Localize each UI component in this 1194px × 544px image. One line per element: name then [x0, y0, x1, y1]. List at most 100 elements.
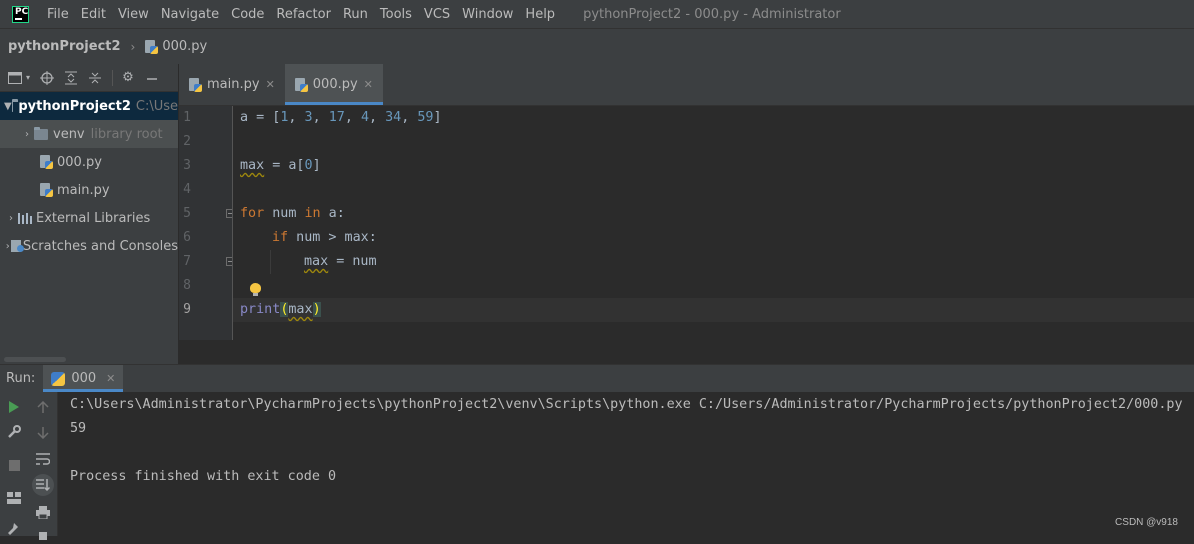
- line-number-current: 9: [183, 302, 191, 317]
- external-libraries-label: External Libraries: [36, 210, 151, 226]
- chevron-right-icon[interactable]: ›: [20, 129, 34, 140]
- line-number: 4: [183, 182, 191, 197]
- pin-icon[interactable]: [5, 520, 23, 538]
- project-toolbar: ▾ ⚙: [0, 64, 178, 92]
- locate-target-icon[interactable]: [38, 69, 56, 87]
- console-line-result: 59: [70, 421, 87, 436]
- menu-code[interactable]: Code: [225, 7, 270, 22]
- python-icon: [51, 371, 66, 386]
- line-number: 3: [183, 158, 191, 173]
- menu-help[interactable]: Help: [519, 7, 561, 22]
- run-tab-000[interactable]: 000 ✕: [43, 365, 124, 392]
- breadcrumb: pythonProject2 › 000.py: [0, 28, 1194, 64]
- project-tree: ▼ pythonProject2 C:\Use › venv library r…: [0, 92, 178, 364]
- wrench-icon[interactable]: [5, 423, 23, 441]
- chevron-down-icon[interactable]: ▼: [4, 101, 12, 112]
- menu-navigate[interactable]: Navigate: [155, 7, 225, 22]
- menu-run[interactable]: Run: [337, 7, 374, 22]
- expand-all-icon[interactable]: [62, 69, 80, 87]
- tree-item-scratches[interactable]: › Scratches and Consoles: [0, 232, 178, 260]
- scratches-label: Scratches and Consoles: [22, 238, 178, 254]
- run-label: Run:: [6, 371, 36, 386]
- horizontal-scrollbar[interactable]: [4, 357, 66, 362]
- menu-bar: PC File Edit View Navigate Code Refactor…: [0, 0, 1194, 28]
- arrow-up-icon[interactable]: [34, 398, 52, 416]
- stop-icon[interactable]: [5, 456, 23, 474]
- code-line-6: if num > max:: [272, 230, 377, 245]
- project-view-icon[interactable]: [6, 69, 24, 87]
- chevron-down-icon[interactable]: ▾: [24, 69, 32, 87]
- venv-label: venv: [53, 126, 85, 142]
- tree-item-file[interactable]: main.py: [0, 176, 178, 204]
- tree-item-project-root[interactable]: ▼ pythonProject2 C:\Use: [0, 92, 178, 120]
- pycharm-logo-icon: PC: [12, 5, 29, 23]
- scroll-to-end-icon[interactable]: [32, 474, 54, 496]
- collapse-all-icon[interactable]: [86, 69, 104, 87]
- menu-edit[interactable]: Edit: [75, 7, 112, 22]
- editor-tabs: main.py ✕ 000.py ✕: [179, 64, 1194, 106]
- window-title: pythonProject2 - 000.py - Administrator: [583, 6, 841, 22]
- line-number-gutter: 1 2 3 4 5 6 7 8 9: [179, 106, 232, 340]
- run-tab-label: 000: [71, 371, 97, 386]
- scratches-icon: [11, 239, 26, 253]
- toolbar-divider: [112, 69, 113, 86]
- tree-item-external-libraries[interactable]: › External Libraries: [0, 204, 178, 232]
- close-icon[interactable]: ✕: [364, 78, 373, 91]
- run-toolbar-primary: [0, 392, 28, 536]
- caret-row-highlight: [233, 298, 1194, 322]
- project-root-label: pythonProject2: [18, 98, 131, 114]
- run-toolbar-secondary: [28, 392, 58, 540]
- project-root-path: C:\Use: [135, 98, 178, 114]
- close-icon[interactable]: ✕: [266, 78, 275, 91]
- watermark: CSDN @v918: [1115, 517, 1178, 528]
- breadcrumb-project[interactable]: pythonProject2: [8, 39, 121, 54]
- code-line-7: max = num: [304, 254, 377, 269]
- library-icon: [18, 212, 32, 224]
- close-icon[interactable]: ✕: [106, 372, 115, 385]
- run-tool-header: Run: 000 ✕: [0, 364, 1194, 392]
- lightbulb-icon[interactable]: [250, 283, 261, 297]
- chevron-right-icon: ›: [130, 39, 136, 54]
- code-editor[interactable]: a = [1, 3, 17, 4, 34, 59] max = a[0] for…: [233, 106, 1194, 340]
- indent-guide: [270, 250, 271, 274]
- editor-empty-area[interactable]: [179, 340, 1194, 364]
- menu-tools[interactable]: Tools: [374, 7, 418, 22]
- python-file-icon: [189, 77, 202, 92]
- menu-file[interactable]: File: [41, 7, 75, 22]
- minimize-icon[interactable]: [143, 69, 161, 87]
- tree-item-file[interactable]: 000.py: [0, 148, 178, 176]
- code-line-5: for num in a:: [240, 206, 345, 221]
- python-file-icon: [40, 155, 53, 169]
- tab-label: 000.py: [312, 77, 358, 92]
- code-line-1: a = [1, 3, 17, 4, 34, 59]: [240, 110, 442, 125]
- arrow-down-icon[interactable]: [34, 424, 52, 442]
- tab-main-py[interactable]: main.py ✕: [179, 64, 285, 105]
- gear-icon[interactable]: ⚙: [119, 69, 137, 87]
- menu-window[interactable]: Window: [456, 7, 519, 22]
- console-line-exit: Process finished with exit code 0: [70, 469, 337, 484]
- soft-wrap-icon[interactable]: [34, 450, 52, 468]
- tab-000-py[interactable]: 000.py ✕: [284, 64, 384, 105]
- line-number: 6: [183, 230, 191, 245]
- menu-view[interactable]: View: [112, 7, 155, 22]
- line-number: 8: [183, 278, 191, 293]
- chevron-right-icon[interactable]: ›: [4, 213, 18, 224]
- run-console-output[interactable]: C:\Users\Administrator\PycharmProjects\p…: [58, 392, 1194, 536]
- print-icon[interactable]: [34, 503, 52, 521]
- code-line-9: print(max): [240, 302, 321, 317]
- python-file-icon: [145, 39, 159, 54]
- tree-item-venv[interactable]: › venv library root: [0, 120, 178, 148]
- trash-icon[interactable]: [34, 526, 52, 544]
- chevron-right-icon[interactable]: ›: [4, 241, 11, 252]
- code-line-3: max = a[0]: [240, 158, 321, 173]
- file-label: main.py: [57, 182, 110, 198]
- python-file-icon: [40, 183, 53, 197]
- menu-vcs[interactable]: VCS: [418, 7, 456, 22]
- rerun-play-icon[interactable]: [5, 398, 23, 416]
- breadcrumb-file[interactable]: 000.py: [162, 39, 207, 54]
- folder-icon: [11, 98, 17, 112]
- line-number: 1: [183, 110, 191, 125]
- layout-icon[interactable]: [5, 489, 23, 507]
- console-line-command: C:\Users\Administrator\PycharmProjects\p…: [70, 397, 1183, 412]
- menu-refactor[interactable]: Refactor: [270, 7, 337, 22]
